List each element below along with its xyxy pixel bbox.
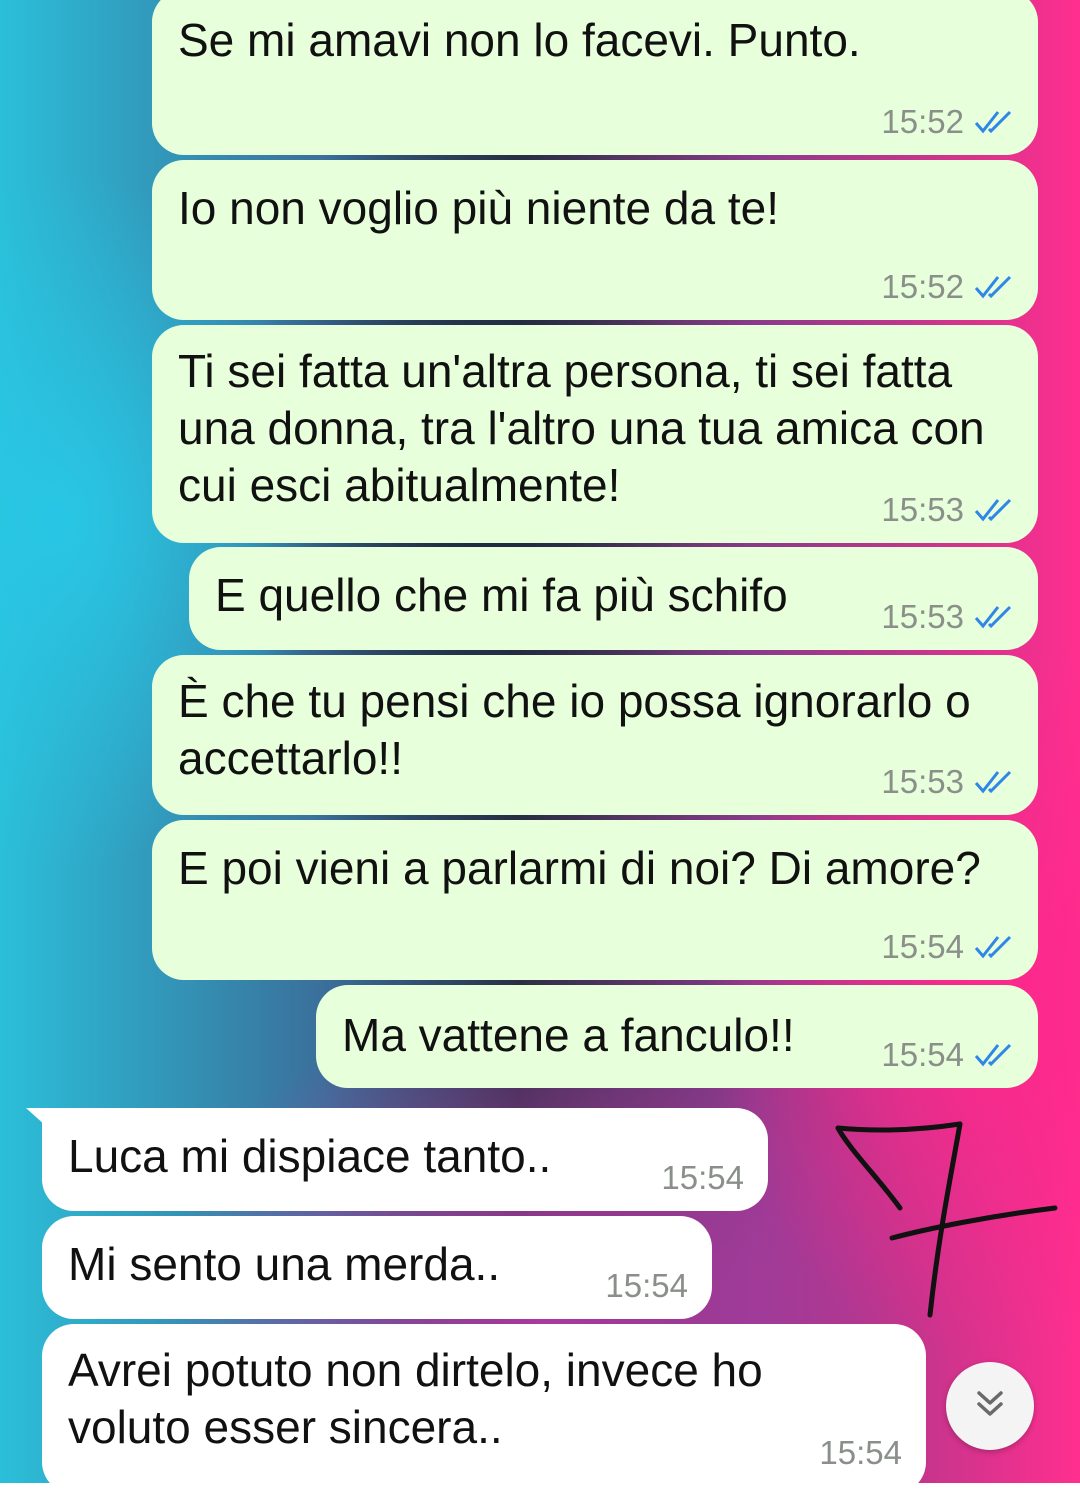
message-time: 15:54 <box>819 1434 902 1471</box>
outgoing-message[interactable]: È che tu pensi che io possa ignorarlo o … <box>152 655 1038 815</box>
message-text: Luca mi dispiace tanto.. <box>68 1130 552 1182</box>
double-chevron-down-icon <box>973 1387 1007 1425</box>
outgoing-message[interactable]: Ti sei fatta un'altra persona, ti sei fa… <box>152 325 1038 543</box>
message-time: 15:54 <box>881 1036 964 1073</box>
message-text: Mi sento una merda.. <box>68 1238 501 1290</box>
incoming-message[interactable]: Mi sento una merda.. 15:54 <box>42 1216 712 1319</box>
read-double-tick-icon <box>974 274 1014 300</box>
outgoing-message[interactable]: Ma vattene a fanculo!! 15:54 <box>316 985 1038 1088</box>
message-time: 15:53 <box>881 598 964 635</box>
outgoing-message[interactable]: E poi vieni a parlarmi di noi? Di amore?… <box>152 820 1038 980</box>
message-time: 15:54 <box>661 1159 744 1196</box>
read-double-tick-icon <box>974 604 1014 630</box>
incoming-message[interactable]: Luca mi dispiace tanto.. 15:54 <box>26 1108 768 1211</box>
outgoing-message[interactable]: E quello che mi fa più schifo 15:53 <box>189 547 1038 650</box>
message-text: Se mi amavi non lo facevi. Punto. <box>178 14 861 66</box>
message-text: Avrei potuto non dirtelo, invece ho volu… <box>68 1344 763 1453</box>
read-double-tick-icon <box>974 934 1014 960</box>
read-double-tick-icon <box>974 109 1014 135</box>
message-time: 15:52 <box>881 268 964 305</box>
outgoing-message[interactable]: Se mi amavi non lo facevi. Punto. 15:52 <box>152 0 1038 155</box>
message-text: Io non voglio più niente da te! <box>178 182 780 234</box>
read-double-tick-icon <box>974 1042 1014 1068</box>
read-double-tick-icon <box>974 497 1014 523</box>
scroll-to-bottom-button[interactable] <box>946 1362 1034 1450</box>
message-time: 15:53 <box>881 491 964 528</box>
handwritten-seven-icon <box>835 1121 1058 1318</box>
message-time: 15:54 <box>881 928 964 965</box>
message-time: 15:52 <box>881 103 964 140</box>
read-double-tick-icon <box>974 769 1014 795</box>
outgoing-message[interactable]: Io non voglio più niente da te! 15:52 <box>152 160 1038 320</box>
message-time: 15:54 <box>605 1267 688 1304</box>
message-text: E poi vieni a parlarmi di noi? Di amore? <box>178 842 981 894</box>
incoming-message[interactable]: Avrei potuto non dirtelo, invece ho volu… <box>42 1324 926 1494</box>
message-text: Ti sei fatta un'altra persona, ti sei fa… <box>178 345 985 511</box>
message-time: 15:53 <box>881 763 964 800</box>
bubble-tail <box>26 1108 66 1148</box>
